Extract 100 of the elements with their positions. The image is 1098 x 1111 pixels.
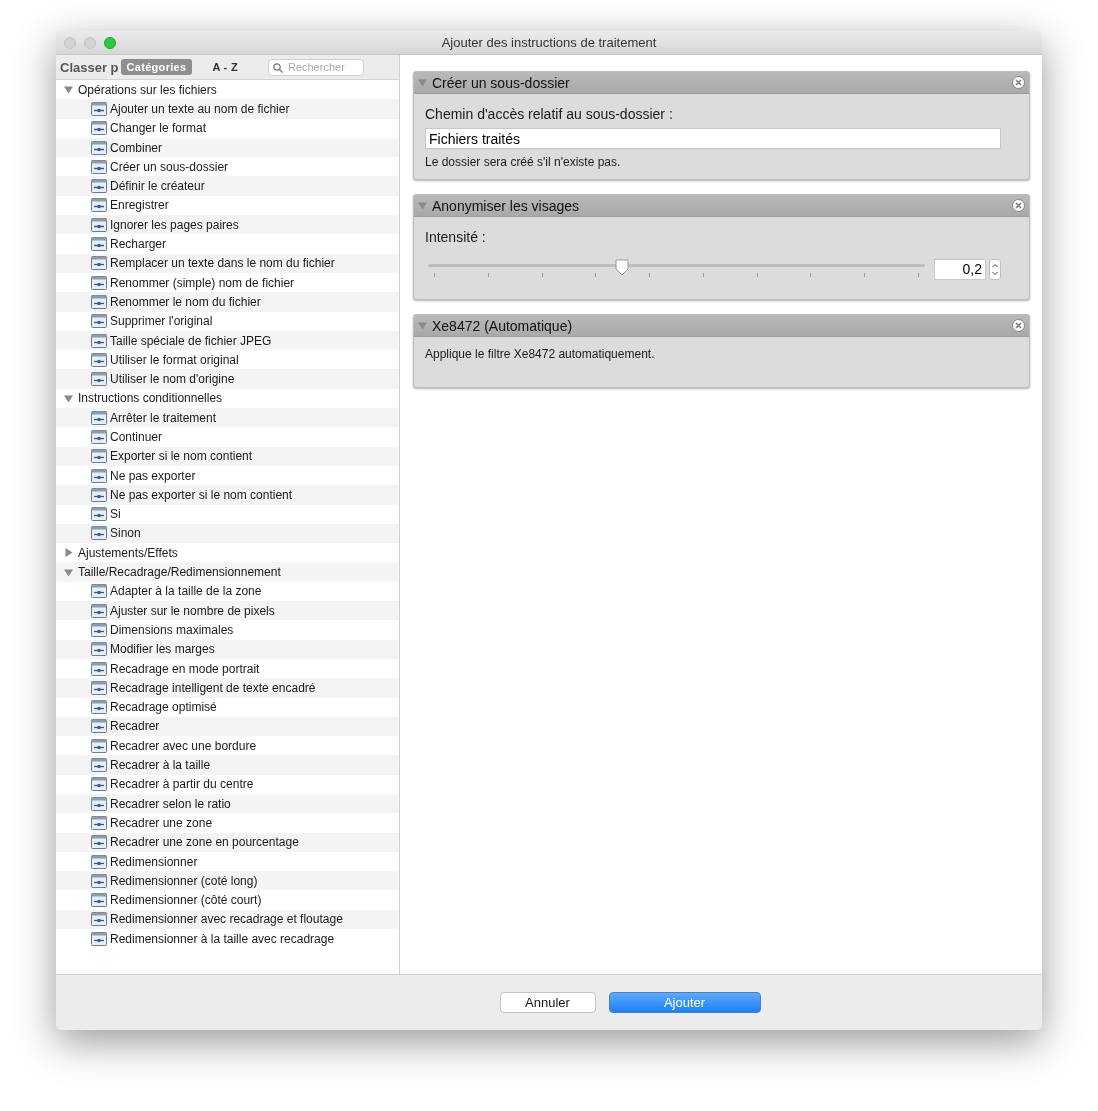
item-label: Recadrer [110, 719, 160, 734]
instruction-item[interactable]: Redimensionner à la taille avec recadrage [56, 929, 399, 949]
item-label: Utiliser le nom d'origine [110, 372, 235, 387]
cancel-button[interactable]: Annuler [499, 992, 596, 1013]
item-label: Modifier les marges [110, 642, 215, 657]
item-label: Recadrage en mode portrait [110, 661, 260, 676]
instruction-item[interactable]: Ne pas exporter [56, 465, 399, 486]
slider-thumb[interactable] [614, 259, 629, 276]
instruction-item[interactable]: Exporter si le nom contient [56, 446, 399, 466]
instruction-item[interactable]: Redimensionner [56, 851, 399, 872]
disclosure-icon[interactable] [418, 201, 427, 210]
panel-title: Anonymiser les visages [432, 197, 580, 214]
slider[interactable] [428, 258, 925, 280]
instruction-item[interactable]: Renommer le nom du fichier [56, 292, 399, 312]
search-icon [272, 62, 283, 73]
instruction-item[interactable]: Dimensions maximales [56, 620, 399, 640]
instruction-item[interactable]: Remplacer un texte dans le nom du fichier [56, 253, 399, 273]
instruction-item[interactable]: Créer un sous-dossier [56, 157, 399, 177]
instruction-item[interactable]: Ajuster sur le nombre de pixels [56, 601, 399, 621]
item-label: Recadrage optimisé [110, 700, 217, 715]
disclosure-icon[interactable] [64, 85, 73, 95]
instruction-icon [91, 410, 107, 425]
item-label: Taille spéciale de fichier JPEG [110, 333, 272, 348]
instruction-icon [91, 642, 107, 657]
instruction-item[interactable]: Combiner [56, 137, 399, 158]
instruction-item[interactable]: Recadrer une zone [56, 813, 399, 833]
instruction-item[interactable]: Redimensionner (coté long) [56, 871, 399, 891]
panel-title: Créer un sous-dossier [432, 74, 570, 91]
instruction-icon [91, 854, 107, 869]
category-row[interactable]: Instructions conditionnelles [56, 388, 399, 409]
instruction-item[interactable]: Adapter à la taille de la zone [56, 581, 399, 601]
instruction-item[interactable]: Recharger [56, 234, 399, 254]
item-label: Recadrer une zone [110, 815, 213, 830]
item-label: Recharger [110, 237, 167, 251]
item-label: Redimensionner avec recadrage et floutage [110, 912, 343, 927]
disclosure-icon[interactable] [418, 321, 427, 330]
close-icon[interactable] [1012, 199, 1025, 212]
instruction-icon [91, 333, 107, 348]
instruction-item[interactable]: Arrêter le traitement [56, 408, 399, 428]
item-label: Redimensionner (coté long) [110, 873, 258, 888]
zoom-button[interactable] [104, 36, 116, 49]
hint-text: Le dossier sera créé s'il n'existe pas. [425, 155, 622, 169]
instruction-item[interactable]: Changer le format [56, 118, 399, 138]
search-field[interactable]: Rechercher [267, 58, 364, 76]
instruction-item[interactable]: Taille spéciale de fichier JPEG [56, 330, 399, 351]
instruction-icon [91, 758, 107, 773]
instruction-item[interactable]: Recadrage intelligent de texte encadré [56, 678, 399, 698]
instruction-item[interactable]: Ajouter un texte au nom de fichier [56, 99, 399, 119]
instruction-item[interactable]: Sinon [56, 523, 399, 544]
item-label: Ne pas exporter [110, 468, 196, 483]
value-field[interactable]: 0,2 [934, 258, 986, 280]
instruction-item[interactable]: Recadrer avec une bordure [56, 736, 399, 756]
instruction-icon [91, 680, 107, 695]
close-icon[interactable] [1012, 319, 1025, 332]
sort-label: Classer p [60, 59, 119, 75]
item-label: Ajuster sur le nombre de pixels [110, 603, 275, 618]
instruction-item[interactable]: Renommer (simple) nom de fichier [56, 272, 399, 293]
instruction-item[interactable]: Continuer [56, 427, 399, 447]
text-field[interactable]: Fichiers traités [425, 128, 1001, 149]
instruction-item[interactable]: Définir le créateur [56, 176, 399, 196]
category-row[interactable]: Taille/Recadrage/Redimensionnement [56, 562, 399, 582]
category-label: Ajustements/Effets [78, 545, 178, 560]
instruction-item[interactable]: Enregistrer [56, 195, 399, 216]
instruction-item[interactable]: Recadrer une zone en pourcentage [56, 832, 399, 852]
instruction-item[interactable]: Recadrer [56, 716, 399, 737]
instruction-icon [91, 796, 107, 811]
instruction-item[interactable]: Modifier les marges [56, 639, 399, 659]
item-label: Changer le format [110, 121, 207, 136]
instruction-icon [91, 835, 107, 850]
instruction-icon [91, 468, 107, 483]
disclosure-icon[interactable] [418, 78, 427, 87]
instruction-item[interactable]: Si [56, 504, 399, 524]
category-label: Opérations sur les fichiers [78, 82, 217, 97]
category-row[interactable]: Opérations sur les fichiers [56, 80, 399, 100]
instruction-item[interactable]: Recadrer selon le ratio [56, 794, 399, 814]
item-label: Renommer (simple) nom de fichier [110, 275, 295, 290]
disclosure-icon[interactable] [64, 393, 73, 403]
instruction-icon [91, 603, 107, 618]
instruction-item[interactable]: Redimensionner (côté court) [56, 890, 399, 910]
instruction-item[interactable]: Redimensionner avec recadrage et floutage [56, 909, 399, 930]
instruction-item[interactable]: Ignorer les pages paires [56, 215, 399, 235]
sort-tab[interactable]: A - Z [206, 59, 244, 75]
category-row[interactable]: Ajustements/Effets [56, 543, 399, 563]
item-label: Recadrage intelligent de texte encadré [110, 680, 316, 695]
instruction-item[interactable]: Supprimer l'original [56, 311, 399, 331]
instruction-icon [91, 198, 107, 213]
instruction-icon [91, 815, 107, 830]
stepper[interactable] [989, 258, 1001, 280]
instruction-item[interactable]: Recadrer à partir du centre [56, 774, 399, 794]
item-label: Ajouter un texte au nom de fichier [110, 101, 290, 116]
panel-title: Xe8472 (Automatique) [432, 317, 573, 334]
instruction-icon [91, 700, 107, 715]
instruction-item[interactable]: Ne pas exporter si le nom contient [56, 485, 399, 505]
instruction-item[interactable]: Utiliser le format original [56, 350, 399, 370]
instruction-icon [91, 893, 107, 908]
close-icon[interactable] [1012, 76, 1025, 89]
instruction-item[interactable]: Utiliser le nom d'origine [56, 369, 399, 389]
instruction-item[interactable]: Recadrer à la taille [56, 755, 399, 775]
instruction-item[interactable]: Recadrage optimisé [56, 697, 399, 717]
instruction-item[interactable]: Recadrage en mode portrait [56, 658, 399, 679]
